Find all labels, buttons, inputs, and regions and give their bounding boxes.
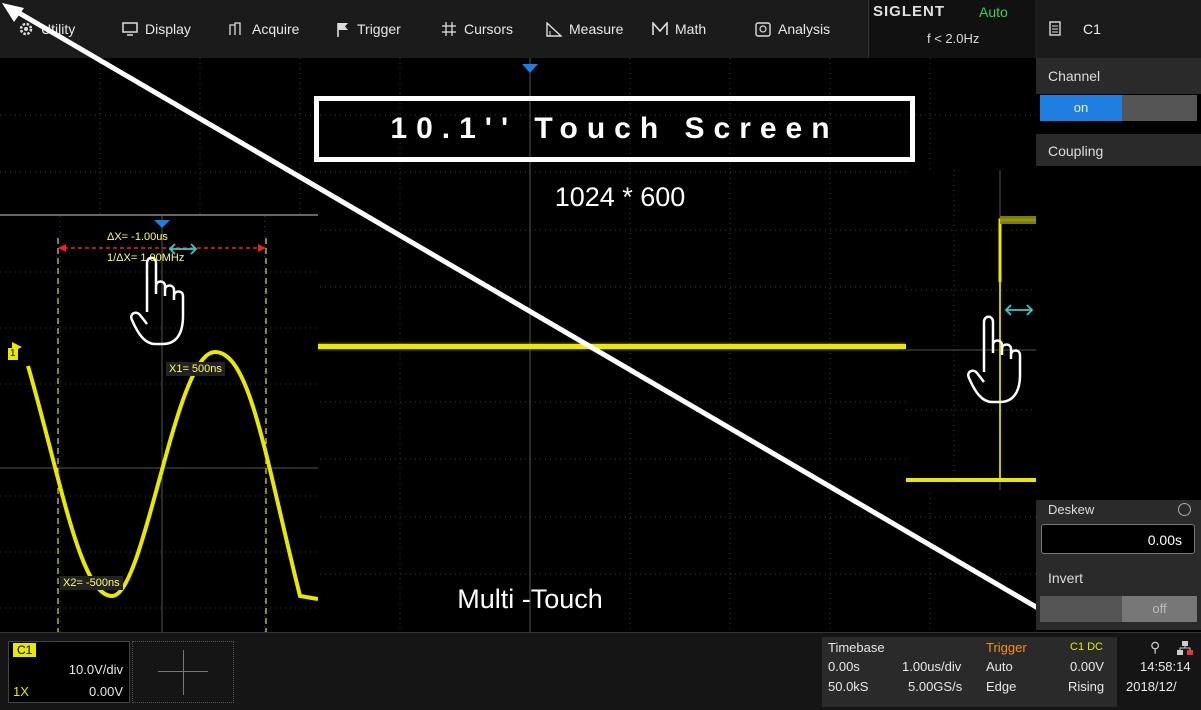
timebase-scale: 1.00us/div: [902, 659, 962, 674]
timebase-delay: 0.00s: [828, 659, 860, 674]
invert-label: Invert: [1048, 570, 1084, 586]
trigger-box[interactable]: Trigger C1 DC Auto 0.00V Edge Rising: [982, 637, 1117, 707]
menu-math-label: Math: [675, 21, 707, 37]
deskew-label: Deskew: [1048, 502, 1095, 517]
trigger-slope: Rising: [1068, 679, 1105, 694]
trigger-mode-bottom: Auto: [986, 659, 1013, 674]
display-icon: [122, 22, 138, 36]
sample-points: 50.0kS: [828, 679, 869, 694]
menu-analysis-label: Analysis: [778, 21, 831, 37]
inverse-delta-x-readout: 1/ΔX= 1.00MHz: [107, 252, 185, 264]
channel1-info-box[interactable]: C1 10.0V/div 1X 0.00V: [8, 641, 130, 703]
channel-header-label: C1: [1083, 21, 1101, 37]
menu-trigger[interactable]: Trigger: [336, 0, 401, 58]
invert-off-option[interactable]: off: [1122, 596, 1197, 622]
square-trace-high: [998, 218, 1036, 282]
trigger-type: Edge: [986, 679, 1017, 694]
usb-icon: ⚲: [1150, 639, 1161, 655]
menu-display[interactable]: Display: [122, 0, 191, 58]
frequency-readout: f < 2.0Hz: [927, 31, 980, 46]
math-icon: [652, 22, 668, 35]
menu-cursors-label: Cursors: [464, 21, 514, 37]
invert-toggle[interactable]: off: [1040, 596, 1197, 622]
cursors-icon: [442, 22, 456, 36]
trigger-level: 0.00V: [1070, 659, 1104, 674]
status-bar: C1 10.0V/div 1X 0.00V Timebase 0.00s 1.0…: [0, 632, 1201, 710]
channel-menu-header[interactable]: C1: [1035, 0, 1201, 58]
title-box: 10.1'' Touch Screen: [314, 96, 915, 162]
square-graticule: [906, 170, 1036, 490]
trigger-mode: Auto: [979, 4, 1008, 20]
channel-on-option[interactable]: on: [1040, 95, 1122, 121]
network-icon: [1177, 641, 1193, 655]
menu-math[interactable]: Math: [652, 0, 706, 58]
menu-analysis[interactable]: Analysis: [755, 0, 830, 58]
document-icon: [1049, 21, 1061, 36]
cursor-x1-label[interactable]: X1= 500ns: [166, 362, 225, 376]
delta-x-readout: ΔX= -1.00us: [107, 231, 168, 243]
brand-logo: SIGLENT: [873, 3, 946, 20]
hand-pointer-icon: [130, 256, 185, 346]
inset-trigger-marker: [154, 220, 170, 228]
menu-trigger-label: Trigger: [357, 21, 401, 37]
menu-measure-label: Measure: [569, 21, 624, 37]
volts-per-div: 10.0V/div: [68, 662, 123, 677]
menu-acquire-label: Acquire: [252, 21, 300, 37]
probe-ratio: 1X: [13, 684, 29, 699]
menu-utility[interactable]: Utility: [18, 0, 75, 58]
channel1-badge: C1: [13, 643, 37, 657]
analysis-icon: [755, 21, 771, 37]
timebase-label: Timebase: [828, 640, 885, 655]
menu-acquire[interactable]: Acquire: [229, 0, 299, 58]
gear-icon: [19, 22, 33, 36]
menu-utility-label: Utility: [41, 21, 76, 37]
channel-offset: 0.00V: [89, 684, 123, 699]
sample-rate: 5.00GS/s: [908, 679, 963, 694]
trigger-position-marker: [522, 64, 538, 73]
zoom-demo-inset[interactable]: [906, 170, 1036, 490]
cursor-demo-inset[interactable]: 1 ΔX= -1.00us 1/ΔX= 1.00MHz X1= 500ns X2…: [0, 214, 318, 660]
waveform-screen[interactable]: 10.1'' Touch Screen 1024 * 600 Multi -To…: [0, 3, 1199, 709]
cursor-x2-label[interactable]: X2= -500ns: [60, 576, 123, 590]
system-status: ⚲ 14:58:14 2018/12/: [1120, 637, 1201, 707]
measure-icon: [546, 21, 562, 37]
trigger-label: Trigger: [986, 640, 1027, 655]
deskew-knob-icon[interactable]: [1178, 503, 1191, 516]
coupling-label: Coupling: [1048, 143, 1104, 159]
flag-icon: [337, 22, 348, 37]
channel-toggle[interactable]: on: [1040, 95, 1197, 121]
channel1-trace: [316, 344, 906, 349]
add-channel-slot[interactable]: [132, 641, 234, 703]
clock-date: 2018/12/: [1126, 679, 1177, 694]
menu-cursors[interactable]: Cursors: [441, 0, 513, 58]
channel-label: Channel: [1048, 68, 1101, 84]
touch-screen-title: 10.1'' Touch Screen: [390, 112, 839, 145]
channel-settings-panel: Channel on Coupling Deskew 0.00s Invert …: [1036, 58, 1201, 632]
timebase-box[interactable]: Timebase 0.00s 1.00us/div 50.0kS 5.00GS/…: [822, 637, 982, 707]
channel1-level-marker: 1: [8, 348, 18, 360]
acquire-icon: [229, 22, 241, 35]
menu-measure[interactable]: Measure: [546, 0, 623, 58]
multitouch-text: Multi -Touch: [457, 584, 603, 614]
sine-graticule: [0, 216, 318, 660]
clock-time: 14:58:14: [1140, 659, 1191, 674]
trigger-source: C1 DC: [1070, 641, 1104, 653]
hand-pointer-icon-2: [967, 315, 1022, 404]
sine-trace: [26, 349, 318, 601]
brand-status[interactable]: SIGLENT Auto f < 2.0Hz: [868, 0, 1036, 58]
resolution-text: 1024 * 600: [554, 182, 686, 212]
deskew-input[interactable]: 0.00s: [1041, 524, 1195, 554]
menu-display-label: Display: [145, 21, 191, 37]
